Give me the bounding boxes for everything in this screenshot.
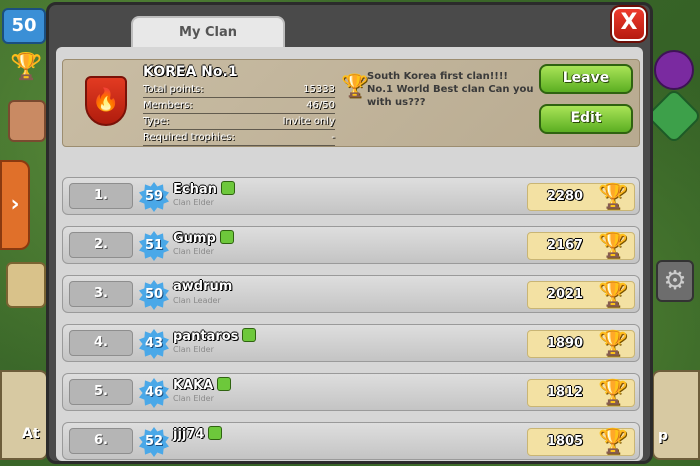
member-level-badge: 59 [139,182,169,212]
member-role: Clan Elder [173,247,214,256]
member-score: 2280 🏆 [527,182,635,211]
member-name-wrap: Gump [173,230,234,246]
experience-level-badge[interactable]: 50 [2,8,46,44]
member-rank: 2. [69,232,133,258]
stat-label: Total points: [143,84,204,95]
stat-type: Type: Invite only [143,114,335,130]
member-trophies: 1812 [546,385,584,400]
leave-button[interactable]: Leave [539,64,633,94]
clan-stats: Total points: 15333 Members: 46/50 Type:… [143,82,335,146]
stat-label: Required trophies: [143,132,235,143]
member-score: 2021 🏆 [527,280,635,309]
member-level-badge: 50 [139,280,169,310]
clan-header: 🔥 KOREA No.1 Total points: 15333 Members… [62,59,640,147]
trophy-icon: 🏆 [598,182,628,210]
member-trophies: 1805 [546,434,584,449]
stat-label: Type: [143,116,170,127]
clan-content: 🔥 KOREA No.1 Total points: 15333 Members… [56,47,643,461]
stat-value: - [331,132,335,143]
stat-required-trophies: Required trophies: - [143,130,335,146]
trophy-icon: 🏆 [341,74,369,99]
member-row[interactable]: 1. 59 Echan Clan Elder 2280 🏆 [62,177,640,215]
league-icon [217,377,232,391]
member-name-wrap: jjj74 [173,426,223,442]
member-trophies: 2021 [546,287,584,302]
member-row[interactable]: 3. 50 awdrum Clan Leader 2021 🏆 [62,275,640,313]
league-icon [219,230,234,244]
close-button[interactable]: X [612,7,646,41]
avatar[interactable] [8,100,46,142]
member-rank: 1. [69,183,133,209]
member-name: Gump [173,231,216,246]
member-level-badge: 43 [139,329,169,359]
stat-value: 15333 [303,84,335,95]
member-rank: 4. [69,330,133,356]
member-level-badge: 46 [139,378,169,408]
shop-button[interactable]: p [652,370,700,460]
member-row[interactable]: 2. 51 Gump Clan Elder 2167 🏆 [62,226,640,264]
member-rank: 5. [69,379,133,405]
member-rank: 3. [69,281,133,307]
member-trophies: 2167 [546,238,584,253]
trophy-icon: 🏆 [598,329,628,357]
member-name-wrap: pantaros [173,328,257,344]
member-name-wrap: Echan [173,181,235,197]
member-role: Clan Elder [173,394,214,403]
member-trophies: 2280 [546,189,584,204]
member-row[interactable]: 5. 46 KAKA Clan Elder 1812 🏆 [62,373,640,411]
member-role: Clan Elder [173,345,214,354]
stat-value: 46/50 [306,100,335,111]
member-row[interactable]: 4. 43 pantaros Clan Elder 1890 🏆 [62,324,640,362]
attack-button[interactable]: At [0,370,48,460]
member-score: 1805 🏆 [527,427,635,456]
stat-members: Members: 46/50 [143,98,335,114]
member-level-badge: 52 [139,427,169,457]
member-level-badge: 51 [139,231,169,261]
member-name: KAKA [173,378,214,393]
member-score: 2167 🏆 [527,231,635,260]
trophy-icon: 🏆 [598,231,628,259]
trophy-icon: 🏆 [598,280,628,308]
edit-button[interactable]: Edit [539,104,633,134]
stat-label: Members: [143,100,193,111]
member-row[interactable]: 6. 52 jjj74 1805 🏆 [62,422,640,460]
stat-value: Invite only [282,116,335,127]
member-name: awdrum [173,279,233,294]
member-score: 1812 🏆 [527,378,635,407]
member-rank: 6. [69,428,133,454]
league-icon [220,181,235,195]
trophy-icon[interactable]: 🏆 [10,52,42,82]
trophy-icon: 🏆 [598,427,628,455]
stat-total-points: Total points: 15333 [143,82,335,98]
clan-panel: My Clan X 🔥 KOREA No.1 Total points: 153… [46,2,653,464]
member-role: Clan Elder [173,198,214,207]
trophy-icon: 🏆 [598,378,628,406]
left-hud: 50 🏆 › At [0,0,50,466]
gear-icon[interactable]: ⚙ [656,260,694,302]
league-icon [242,328,257,342]
flame-icon: 🔥 [92,88,120,113]
elixir-icon [654,50,694,90]
member-name: pantaros [173,329,239,344]
mail-icon[interactable] [6,262,46,308]
gem-icon [645,87,700,145]
chevron-right-icon[interactable]: › [0,160,30,250]
clan-badge-icon: 🔥 [85,76,127,126]
clan-name: KOREA No.1 [143,64,238,80]
member-role: Clan Leader [173,296,221,305]
clan-description: South Korea first clan!!!! No.1 World Be… [367,71,534,108]
league-icon [208,426,223,440]
right-hud: ⚙ p [645,0,700,466]
tab-my-clan[interactable]: My Clan [131,16,285,49]
member-name: jjj74 [173,427,205,442]
member-name: Echan [173,182,217,197]
member-name-wrap: KAKA [173,377,232,393]
member-trophies: 1890 [546,336,584,351]
member-score: 1890 🏆 [527,329,635,358]
member-name-wrap: awdrum [173,279,232,294]
